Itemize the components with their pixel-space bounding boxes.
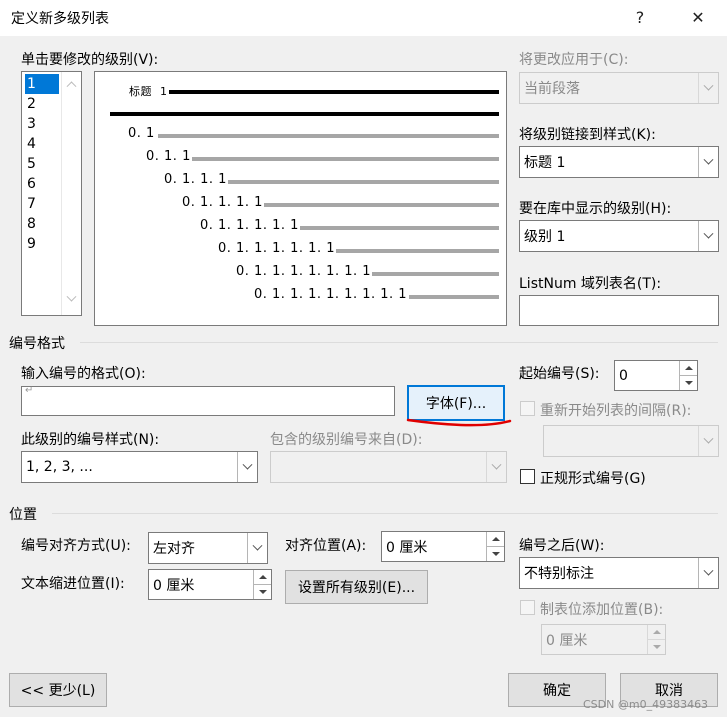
level-list-label: 单击要修改的级别(V): [21,52,159,68]
follow-number-select[interactable]: 不特别标注 [519,557,719,589]
close-button[interactable]: ✕ [682,4,714,32]
preview-line: 0. 1. 1. 1 [164,172,227,187]
chevron-down-icon [698,558,718,588]
include-from-label: 包含的级别编号来自(D): [270,432,423,448]
include-from-select[interactable] [270,451,507,483]
less-button[interactable]: << 更少(L) [9,673,107,707]
legal-numbering-label: 正规形式编号(G) [540,471,646,487]
section-divider [52,513,718,514]
alignment-select[interactable]: 左对齐 [148,532,268,564]
preview-pane: 标题 1 0. 1 0. 1. 1 0. 1. 1. 1 0. 1. 1. 1.… [94,71,507,326]
level-item[interactable]: 7 [25,194,59,214]
red-underline-annotation [406,418,512,427]
chevron-down-icon [698,73,718,103]
tab-stop-stepper[interactable]: 0 厘米 [541,624,666,655]
chevron-down-icon [486,452,506,482]
restart-checkbox[interactable] [520,401,535,416]
restart-select[interactable] [543,425,719,457]
level-list[interactable]: 1 2 3 4 5 6 7 8 9 [21,71,82,316]
set-all-levels-button[interactable]: 设置所有级别(E)... [285,570,428,604]
preview-line-bar [372,272,499,276]
tab-stop-checkbox[interactable] [520,600,535,615]
gallery-level-select[interactable]: 级别 1 [519,220,719,252]
preview-line-bar [228,180,499,184]
gallery-level-label: 要在库中显示的级别(H): [519,201,672,217]
preview-line: 0. 1. 1. 1. 1. 1. 1. 1 [236,264,372,279]
stepper-up-icon[interactable] [647,625,665,640]
preview-line: 0. 1. 1. 1. 1. 1. 1 [218,241,335,256]
preview-line-bar [409,295,499,299]
close-icon: ✕ [691,8,705,27]
aligned-at-stepper[interactable]: 0 厘米 [381,531,505,562]
aligned-at-label: 对齐位置(A): [285,538,367,554]
level-item[interactable]: 4 [25,134,59,154]
enter-format-label: 输入编号的格式(O): [21,366,146,382]
stepper-up-icon[interactable] [253,570,271,585]
listnum-input[interactable] [519,295,719,326]
start-at-label: 起始编号(S): [519,366,600,382]
level-item[interactable]: 9 [25,234,59,254]
alignment-label: 编号对齐方式(U): [21,538,131,554]
level-item[interactable]: 5 [25,154,59,174]
dialog-title: 定义新多级列表 [11,11,109,27]
scroll-up-icon[interactable] [66,80,77,92]
preview-heading-bar [169,90,499,94]
link-style-select[interactable]: 标题 1 [519,146,719,178]
number-style-label: 此级别的编号样式(N): [21,432,160,448]
listnum-label: ListNum 域列表名(T): [519,276,662,292]
level-item[interactable]: 8 [25,214,59,234]
start-at-stepper[interactable]: 0 [614,360,698,391]
level-item[interactable]: 1 [25,74,59,94]
chevron-down-icon [698,426,718,456]
tab-stop-label: 制表位添加位置(B): [540,602,664,618]
preview-line-bar [300,226,499,230]
preview-line: 0. 1. 1. 1. 1. 1 [200,218,299,233]
format-input[interactable]: ↵ [21,385,395,416]
preview-line: 0. 1. 1. 1. 1 [182,195,263,210]
apply-to-label: 将更改应用于(C): [519,52,629,68]
chevron-down-icon [247,533,267,563]
legal-numbering-checkbox[interactable] [520,469,535,484]
link-style-label: 将级别链接到样式(K): [519,127,656,143]
title-bar [0,0,727,36]
watermark-text: CSDN @m0_49383463 [583,698,709,711]
preview-heading-bar [110,112,499,116]
apply-to-select[interactable]: 当前段落 [519,72,719,104]
preview-line-bar [192,157,499,161]
section-divider [80,342,718,343]
level-list-scrollbar[interactable] [61,72,81,315]
preview-line-bar [336,249,499,253]
preview-line-bar [158,134,499,138]
help-button[interactable]: ? [624,4,656,32]
stepper-down-icon[interactable] [486,546,504,561]
number-format-section-label: 编号格式 [9,336,65,352]
chevron-down-icon [237,452,257,482]
stepper-up-icon[interactable] [679,361,697,376]
preview-line: 0. 1. 1. 1. 1. 1. 1. 1. 1 [254,287,408,302]
preview-line: 0. 1. 1 [146,149,191,164]
stepper-up-icon[interactable] [486,532,504,547]
scroll-down-icon[interactable] [66,291,77,303]
preview-line-bar [264,203,499,207]
stepper-down-icon[interactable] [253,584,271,599]
level-item[interactable]: 6 [25,174,59,194]
position-section-label: 位置 [9,507,37,523]
preview-heading-label: 标题 1 [129,85,168,98]
number-style-select[interactable]: 1, 2, 3, ... [21,451,258,483]
level-item[interactable]: 3 [25,114,59,134]
cursor-glyph: ↵ [25,385,34,396]
preview-line: 0. 1 [128,126,155,141]
stepper-down-icon[interactable] [679,375,697,390]
chevron-down-icon [698,147,718,177]
follow-number-label: 编号之后(W): [519,538,605,554]
level-item[interactable]: 2 [25,94,59,114]
indent-label: 文本缩进位置(I): [21,576,125,592]
indent-stepper[interactable]: 0 厘米 [148,569,272,600]
stepper-down-icon[interactable] [647,639,665,654]
chevron-down-icon [698,221,718,251]
restart-label: 重新开始列表的间隔(R): [540,403,692,419]
